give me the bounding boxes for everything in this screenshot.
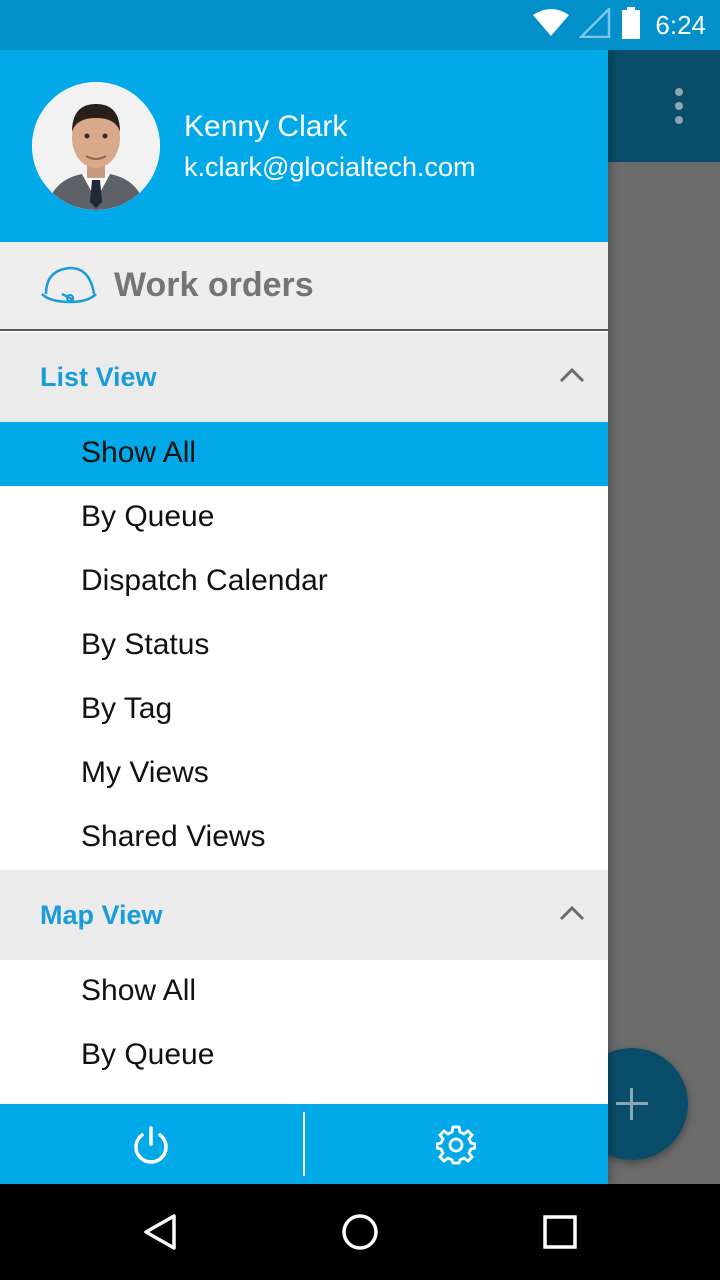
profile-name: Kenny Clark [184, 110, 348, 143]
menu-item-label: By Queue [81, 500, 215, 533]
navigation-drawer: Kenny Clark k.clark@glocialtech.com Work… [0, 50, 608, 1184]
system-nav-bar [0, 1184, 720, 1280]
back-icon [144, 1214, 176, 1250]
menu-item-list-by-queue[interactable]: By Queue [0, 486, 608, 550]
back-button[interactable] [100, 1184, 220, 1280]
menu-item-dispatch-calendar[interactable]: Dispatch Calendar [0, 550, 608, 614]
menu-item-list-show-all[interactable]: Show All [0, 422, 608, 486]
menu-item-by-tag[interactable]: By Tag [0, 678, 608, 742]
profile-header[interactable]: Kenny Clark k.clark@glocialtech.com [0, 50, 608, 242]
menu-item-label: My Views [81, 756, 209, 789]
logout-button[interactable] [0, 1104, 303, 1184]
status-time: 6:24 [655, 9, 706, 40]
section-title: List View [40, 362, 157, 392]
menu-item-label: By Tag [81, 692, 173, 725]
recents-icon [543, 1215, 577, 1249]
status-bar: 6:24 [0, 0, 720, 50]
hard-hat-icon [40, 264, 98, 308]
menu-item-map-show-all[interactable]: Show All [0, 960, 608, 1024]
avatar [32, 82, 160, 210]
menu-item-label: By Queue [81, 1038, 215, 1071]
more-vert-icon[interactable] [674, 88, 684, 124]
plus-icon [616, 1088, 648, 1120]
section-header-list-view[interactable]: List View [0, 332, 608, 422]
menu-item-my-views[interactable]: My Views [0, 742, 608, 806]
menu-item-shared-views[interactable]: Shared Views [0, 806, 608, 870]
home-button[interactable] [300, 1184, 420, 1280]
home-icon [342, 1214, 378, 1250]
gear-icon [436, 1125, 476, 1165]
recents-button[interactable] [500, 1184, 620, 1280]
menu-item-label: By Status [81, 628, 210, 661]
wifi-icon [533, 9, 570, 41]
chevron-up-icon[interactable] [558, 366, 586, 384]
status-icons: 6:24 [533, 0, 706, 50]
chevron-up-icon[interactable] [558, 904, 586, 922]
section-header-map-view[interactable]: Map View [0, 870, 608, 960]
cell-signal-icon [578, 5, 611, 42]
drawer-bottom-bar [0, 1104, 608, 1184]
menu-item-map-by-queue[interactable]: By Queue [0, 1024, 608, 1088]
menu-item-label: Shared Views [81, 820, 266, 853]
menu-item-label: Show All [81, 436, 197, 469]
module-selector-work-orders[interactable]: Work orders [0, 242, 608, 331]
settings-button[interactable] [305, 1104, 608, 1184]
menu-item-by-status[interactable]: By Status [0, 614, 608, 678]
profile-email: k.clark@glocialtech.com [184, 152, 476, 182]
power-icon [134, 1126, 168, 1164]
battery-icon [621, 7, 641, 43]
menu-item-label: Dispatch Calendar [81, 564, 328, 597]
menu-item-label: Show All [81, 974, 197, 1007]
section-title: Map View [40, 900, 163, 930]
module-title: Work orders [114, 266, 314, 304]
